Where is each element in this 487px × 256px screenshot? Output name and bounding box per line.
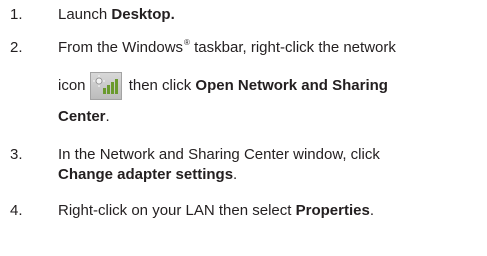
network-signal-glyph [92,75,118,94]
step-text-plain: . [105,108,110,125]
step-text-plain: taskbar, right-click the network [189,39,396,56]
step-number: 3. [10,146,23,163]
step-text-plain: icon [58,76,86,94]
network-signal-icon [89,72,122,100]
step-text-bold: Desktop. [111,6,175,23]
step-text-bold: Open Network and Sharing [195,76,388,94]
step-text-plain: From the Windows [58,39,184,56]
step-text-bold: Change adapter settings [58,166,234,183]
step-text-plain: Right-click on your LAN then select [58,202,296,219]
step-text-plain: . [369,202,374,219]
step-text-bold: Properties [295,202,370,219]
step-text-line-3: Center. [58,107,479,127]
step-text-line-1: In the Network and Sharing Center window… [58,146,380,163]
step-text-plain: Launch [58,6,112,23]
step-text-plain: . [233,166,238,183]
step-number: 4. [10,202,23,219]
step-text-line-2: Change adapter settings. [58,165,479,185]
step-text-plain: then click [124,76,196,94]
registered-mark: ® [184,38,190,47]
step-text: Launch Desktop. [58,5,479,25]
step-number: 2. [10,39,23,56]
step-number: 1. [10,6,23,23]
step-text-bold: Center [58,108,106,125]
step-text-line-2: icon then click Open Network and Sharing [58,72,479,100]
step-text-line-1: From the Windows® taskbar, right-click t… [58,38,479,60]
step-text: Right-click on your LAN then select Prop… [58,201,479,221]
